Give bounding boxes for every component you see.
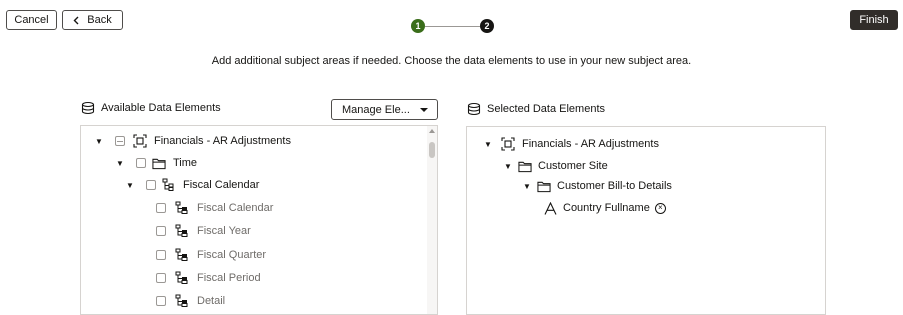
- node-checkbox[interactable]: [115, 136, 125, 146]
- caret-down-icon[interactable]: ▼: [95, 137, 103, 146]
- hierarchy-icon: [162, 178, 176, 192]
- node-checkbox[interactable]: [156, 226, 166, 236]
- folder-icon: [537, 179, 551, 193]
- manage-elements-select[interactable]: Manage Ele...: [331, 99, 438, 120]
- level-icon: [175, 201, 189, 215]
- subject-area-icon: [501, 137, 515, 151]
- cancel-button[interactable]: Cancel: [6, 10, 57, 30]
- scroll-up-arrow-icon[interactable]: [429, 129, 435, 133]
- node-label: Financials - AR Adjustments: [522, 138, 659, 150]
- level-icon: [175, 224, 189, 238]
- manage-elements-label: Manage Ele...: [342, 103, 410, 116]
- node-checkbox[interactable]: [156, 203, 166, 213]
- caret-down-icon[interactable]: ▼: [504, 162, 512, 171]
- back-button[interactable]: Back: [62, 10, 123, 30]
- node-label: Time: [173, 157, 198, 169]
- step-1-number: 1: [415, 21, 421, 31]
- node-checkbox[interactable]: [136, 158, 146, 168]
- caret-down-icon[interactable]: ▼: [523, 182, 531, 191]
- node-label: Financials - AR Adjustments: [154, 135, 291, 147]
- node-label: Fiscal Quarter: [197, 249, 267, 261]
- level-icon: [175, 271, 189, 285]
- chevron-down-icon: [419, 107, 428, 112]
- finish-button-label: Finish: [859, 14, 889, 26]
- step-2-number: 2: [484, 21, 490, 31]
- scrollbar-thumb[interactable]: [429, 142, 435, 158]
- selected-node-customer-bill-to-details[interactable]: ▼ Customer Bill-to Details: [523, 177, 672, 195]
- available-panel-title: Available Data Elements: [81, 101, 221, 115]
- node-checkbox[interactable]: [156, 250, 166, 260]
- tree-node-fiscal-quarter[interactable]: Fiscal Quarter: [156, 246, 266, 264]
- cancel-button-label: Cancel: [14, 14, 49, 26]
- step-2-indicator[interactable]: 2: [480, 19, 494, 33]
- folder-icon: [518, 159, 532, 173]
- available-title-label: Available Data Elements: [101, 102, 221, 114]
- selected-node-financials-ar-adjustments[interactable]: ▼ Financials - AR Adjustments: [484, 135, 659, 153]
- node-checkbox[interactable]: [156, 296, 166, 306]
- node-label: Customer Site: [538, 160, 608, 172]
- finish-button[interactable]: Finish: [850, 10, 898, 30]
- node-checkbox[interactable]: [156, 273, 166, 283]
- remove-icon[interactable]: ×: [654, 202, 666, 214]
- selected-node-customer-site[interactable]: ▼ Customer Site: [504, 157, 608, 175]
- node-label: Detail: [197, 295, 226, 307]
- subject-area-icon: [133, 134, 147, 148]
- node-label: Fiscal Period: [197, 272, 261, 284]
- node-label: Fiscal Calendar: [183, 179, 260, 191]
- scrollbar[interactable]: [427, 126, 437, 314]
- selected-node-country-fullname[interactable]: Country Fullname ×: [543, 199, 666, 217]
- tree-node-fiscal-year[interactable]: Fiscal Year: [156, 222, 251, 240]
- tree-node-fiscal-period[interactable]: Fiscal Period: [156, 269, 261, 287]
- node-label: Customer Bill-to Details: [557, 180, 672, 192]
- back-button-label: Back: [87, 14, 112, 26]
- database-icon: [81, 101, 95, 115]
- caret-down-icon[interactable]: ▼: [484, 140, 492, 149]
- folder-icon: [152, 156, 166, 170]
- instructions-text: Add additional subject areas if needed. …: [211, 55, 692, 67]
- selected-title-label: Selected Data Elements: [487, 103, 606, 115]
- tree-node-financials-ar-adjustments[interactable]: ▼ Financials - AR Adjustments: [95, 132, 291, 150]
- chevron-left-icon: [73, 16, 79, 25]
- step-1-indicator[interactable]: 1: [411, 19, 425, 33]
- node-label: Fiscal Calendar: [197, 202, 274, 214]
- database-icon: [467, 102, 481, 116]
- node-label: Country Fullname: [563, 202, 650, 214]
- level-icon: [175, 294, 189, 308]
- available-data-tree[interactable]: ▼ Financials - AR Adjustments ▼ Time ▼ F…: [80, 125, 438, 315]
- node-label: Fiscal Year: [197, 225, 251, 237]
- node-checkbox[interactable]: [146, 180, 156, 190]
- caret-down-icon[interactable]: ▼: [126, 181, 134, 190]
- tree-node-detail[interactable]: Detail: [156, 292, 225, 310]
- tree-node-time[interactable]: ▼ Time: [116, 154, 197, 172]
- selected-panel-title: Selected Data Elements: [467, 102, 605, 116]
- tree-node-fiscal-calendar-level[interactable]: Fiscal Calendar: [156, 199, 273, 217]
- level-icon: [175, 248, 189, 262]
- selected-data-tree[interactable]: ▼ Financials - AR Adjustments ▼ Customer…: [466, 126, 826, 315]
- caret-down-icon[interactable]: ▼: [116, 159, 124, 168]
- tree-node-fiscal-calendar[interactable]: ▼ Fiscal Calendar: [126, 176, 259, 194]
- stepper-connector: [425, 26, 480, 27]
- attribute-icon: [543, 201, 557, 215]
